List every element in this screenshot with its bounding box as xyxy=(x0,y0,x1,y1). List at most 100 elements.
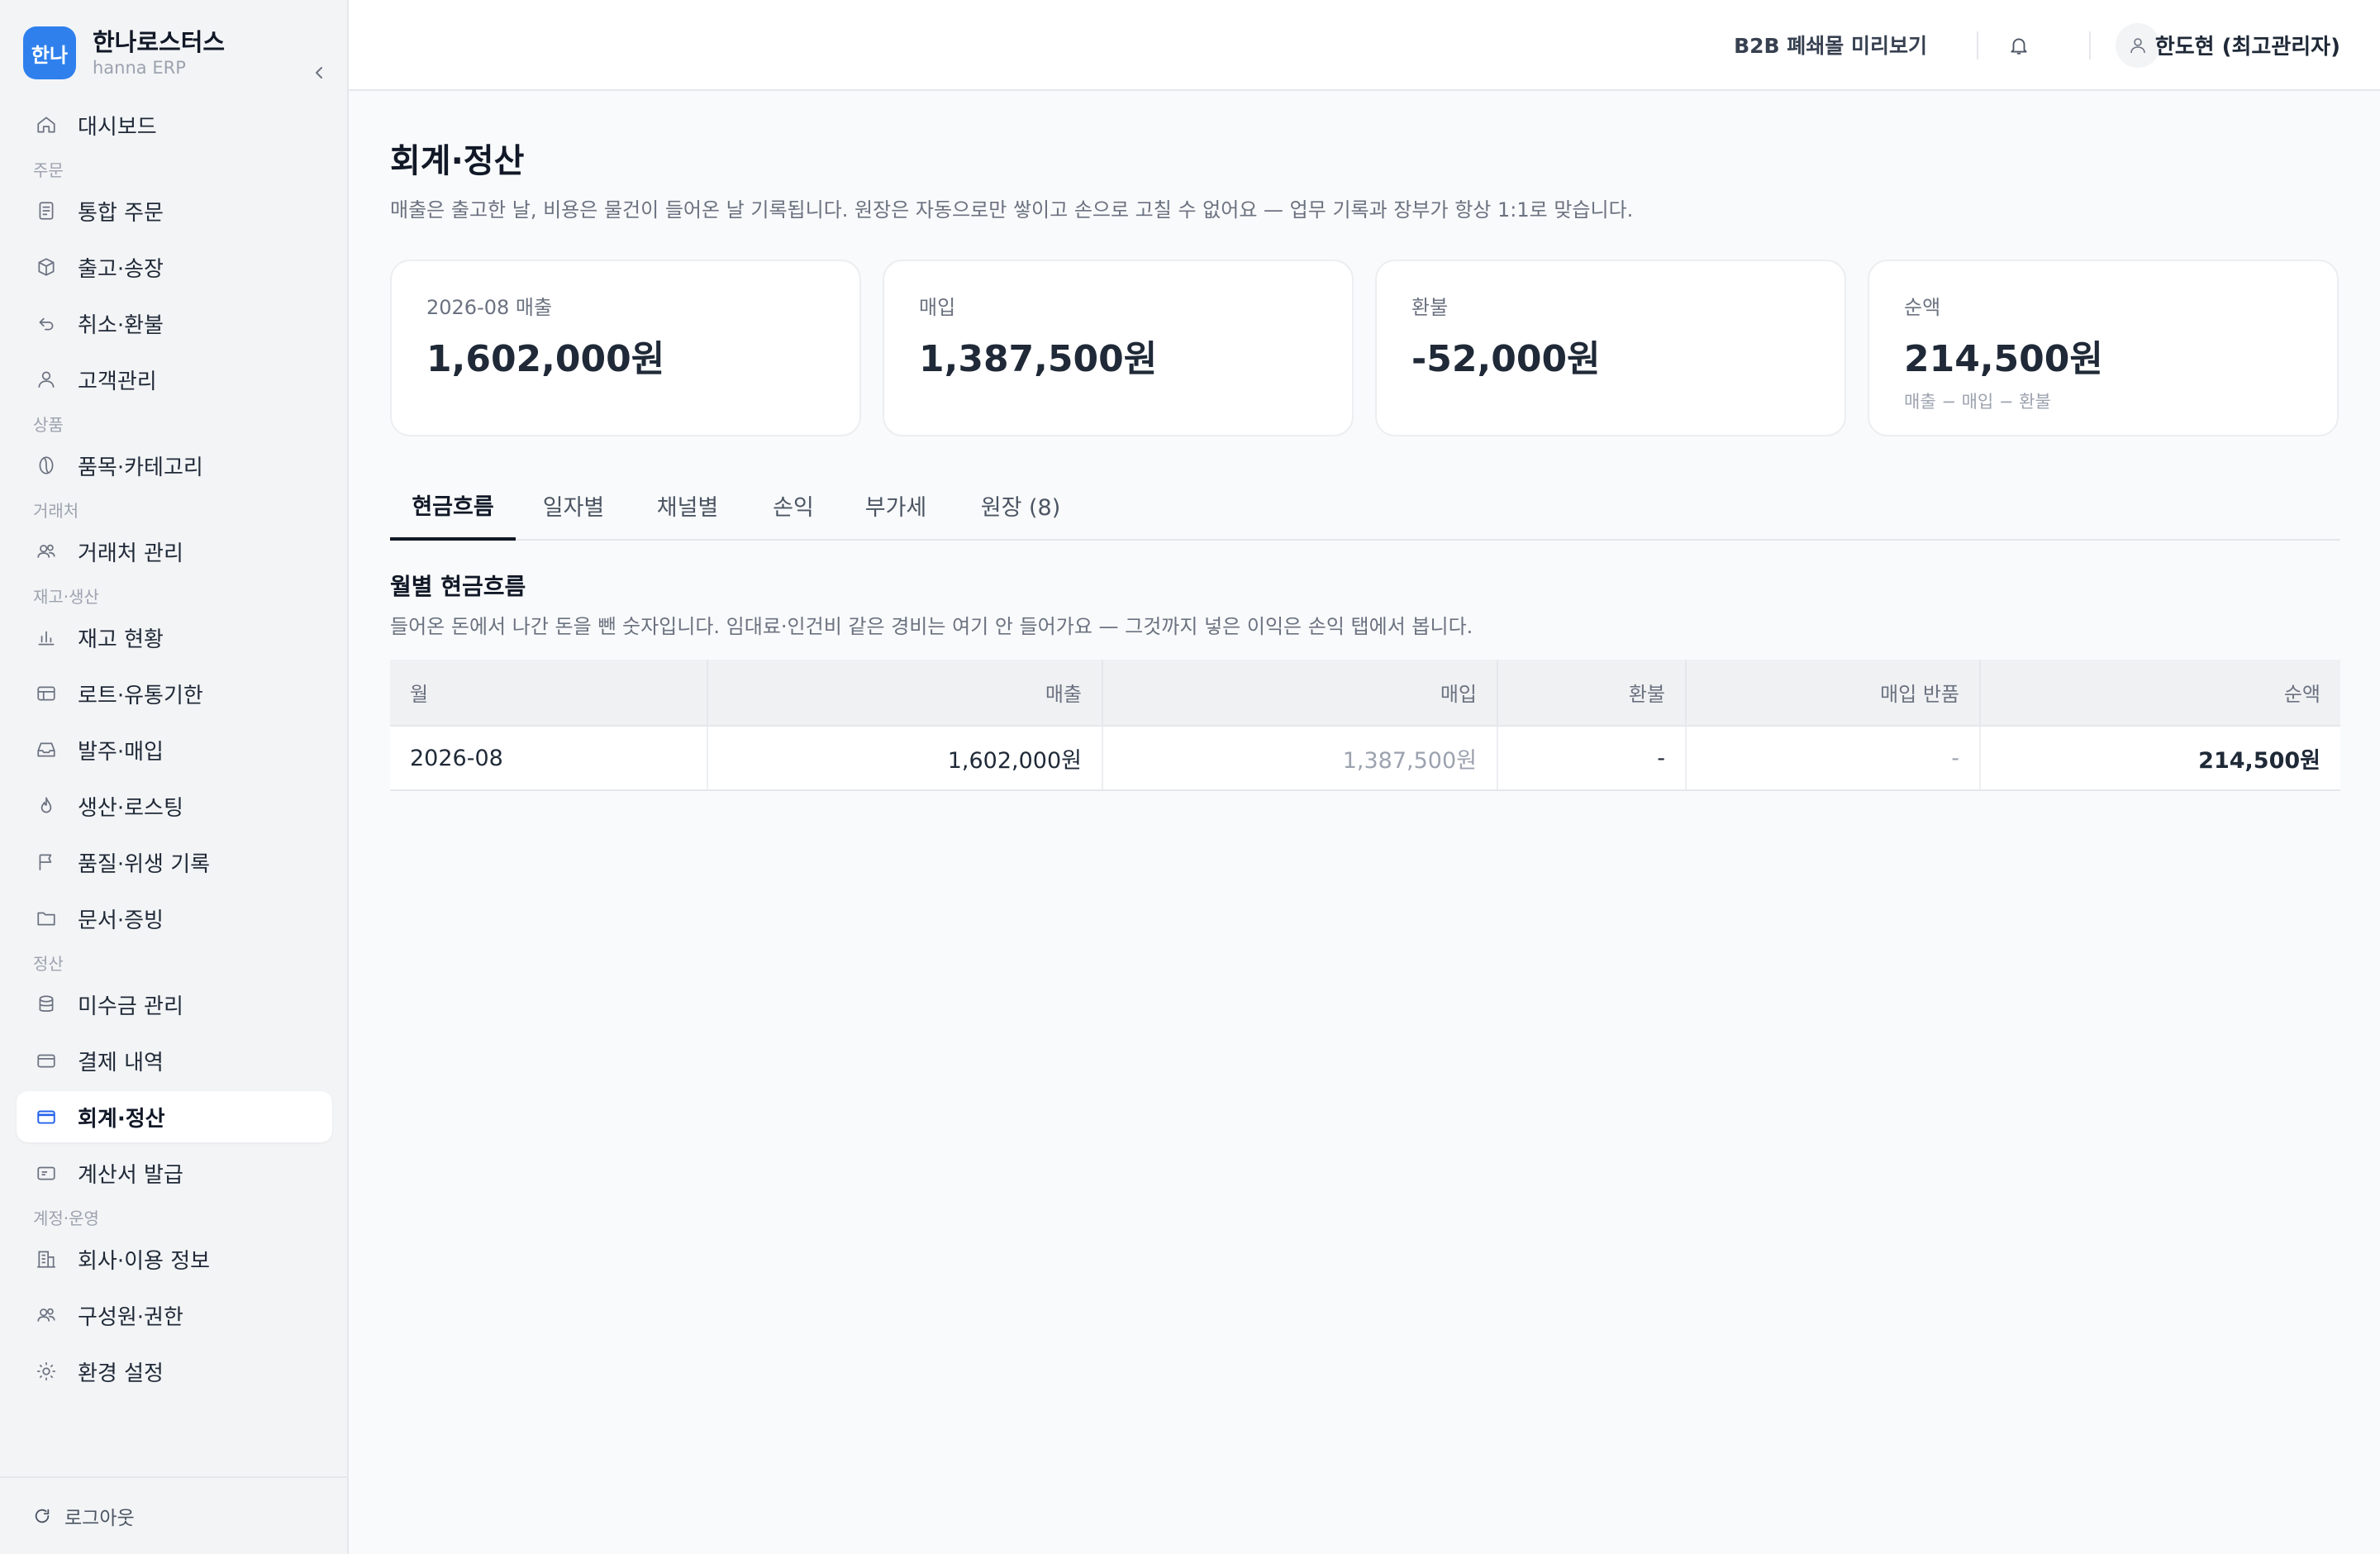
sidebar-item-label: 회사·이용 정보 xyxy=(78,1248,211,1274)
user-icon xyxy=(35,368,58,391)
sidebar-item-documents[interactable]: 문서·증빙 xyxy=(17,893,332,944)
sidebar-item-members[interactable]: 구성원·권한 xyxy=(17,1289,332,1341)
sidebar: 한나 한나로스터스 hanna ERP 대시보드 주문 통합 주문 출고·송장 … xyxy=(0,0,349,1554)
table-row: 2026-08 1,602,000원 1,387,500원 - - 214,50… xyxy=(390,726,2340,791)
logout-button[interactable]: 로그아웃 xyxy=(0,1476,347,1554)
building-icon xyxy=(35,1247,58,1270)
col-header-month: 월 xyxy=(390,660,708,727)
sidebar-item-label: 결제 내역 xyxy=(78,1050,164,1075)
section-description: 들어온 돈에서 나간 돈을 뺀 숫자입니다. 임대료·인건비 같은 경비는 여기… xyxy=(390,615,1473,638)
nav-section-product: 상품 xyxy=(33,415,64,435)
sidebar-item-orders[interactable]: 통합 주문 xyxy=(17,185,332,236)
document-icon xyxy=(35,199,58,222)
topbar: B2B 폐쇄몰 미리보기 한도현 (최고관리자) xyxy=(349,0,2380,91)
nav-section-account: 계정·운영 xyxy=(33,1208,99,1228)
sidebar-item-catalog[interactable]: 품목·카테고리 xyxy=(17,440,332,491)
sidebar-item-label: 구성원·권한 xyxy=(78,1304,183,1330)
flag-icon xyxy=(35,851,58,874)
sidebar-item-label: 미수금 관리 xyxy=(78,994,183,1019)
refresh-icon xyxy=(35,1509,50,1523)
sidebar-item-inventory[interactable]: 재고 현황 xyxy=(17,612,332,663)
col-header-purchase: 매입 xyxy=(1102,660,1498,727)
card-label: 매입 xyxy=(919,296,956,319)
sidebar-item-quality[interactable]: 품질·위생 기록 xyxy=(17,837,332,888)
credit-card-icon xyxy=(35,1105,58,1128)
bell-icon xyxy=(2011,38,2027,55)
brand-name: 한나로스터스 xyxy=(93,28,226,56)
sidebar-item-purchase[interactable]: 발주·매입 xyxy=(17,724,332,775)
summary-cards: 2026-08 매출 1,602,000원 매입 1,387,500원 환불 -… xyxy=(390,260,2340,436)
coffee-bean-icon xyxy=(35,454,58,477)
folder-icon xyxy=(35,907,58,930)
card-value: 1,387,500원 xyxy=(919,338,1158,380)
sidebar-item-receivables[interactable]: 미수금 관리 xyxy=(17,979,332,1030)
sidebar-item-customers[interactable]: 고객관리 xyxy=(17,354,332,405)
sidebar-item-settings[interactable]: 환경 설정 xyxy=(17,1346,332,1397)
cell-refund: - xyxy=(1497,726,1687,791)
col-header-sales: 매출 xyxy=(707,660,1103,727)
col-header-net: 순액 xyxy=(1980,660,2340,727)
user-icon xyxy=(2130,38,2145,54)
chevron-left-icon xyxy=(316,67,322,79)
cell-month: 2026-08 xyxy=(390,726,708,791)
sidebar-item-dashboard[interactable]: 대시보드 xyxy=(17,99,332,150)
sidebar-item-lots[interactable]: 로트·유통기한 xyxy=(17,668,332,719)
users-icon xyxy=(35,1304,58,1327)
tab-ledger[interactable]: 원장 (8) xyxy=(959,471,1083,539)
nav-section-settle: 정산 xyxy=(33,954,64,974)
col-header-refund: 환불 xyxy=(1497,660,1687,727)
avatar[interactable] xyxy=(2116,23,2160,68)
flame-icon xyxy=(35,794,58,818)
card-label: 순액 xyxy=(1904,296,1941,319)
tab-channel[interactable]: 채널별 xyxy=(635,471,740,539)
undo-icon xyxy=(35,312,58,335)
page-description: 매출은 출고한 날, 비용은 물건이 들어온 날 기록됩니다. 원장은 자동으로… xyxy=(390,198,1634,222)
cell-net: 214,500원 xyxy=(1980,726,2340,791)
nav-section-order: 주문 xyxy=(33,160,64,180)
notifications-button[interactable] xyxy=(2005,31,2033,60)
divider xyxy=(2089,31,2091,60)
box-icon xyxy=(35,255,58,279)
tab-vat[interactable]: 부가세 xyxy=(846,471,945,539)
tab-pnl[interactable]: 손익 xyxy=(752,471,835,539)
sidebar-item-label: 문서·증빙 xyxy=(78,908,164,933)
sidebar-nav: 대시보드 주문 통합 주문 출고·송장 취소·환불 고객관리 상품 품목·카테고… xyxy=(17,99,332,1402)
page-title: 회계·정산 xyxy=(390,142,525,180)
tab-daily[interactable]: 일자별 xyxy=(524,471,623,539)
sidebar-item-label: 대시보드 xyxy=(78,114,157,140)
inbox-icon xyxy=(35,738,58,761)
sidebar-item-payments[interactable]: 결제 내역 xyxy=(17,1035,332,1086)
collapse-sidebar-button[interactable] xyxy=(304,58,334,88)
sidebar-item-label: 거래처 관리 xyxy=(78,541,183,566)
sidebar-item-invoices[interactable]: 계산서 발급 xyxy=(17,1147,332,1199)
sidebar-item-roasting[interactable]: 생산·로스팅 xyxy=(17,780,332,832)
sidebar-item-shipping[interactable]: 출고·송장 xyxy=(17,241,332,293)
sidebar-item-label: 회계·정산 xyxy=(78,1106,165,1132)
b2b-preview-link[interactable]: B2B 폐쇄몰 미리보기 xyxy=(1734,30,1927,60)
user-name[interactable]: 한도현 (최고관리자) xyxy=(2155,30,2340,60)
sidebar-item-refund[interactable]: 취소·환불 xyxy=(17,298,332,349)
divider xyxy=(1977,31,1978,60)
card-value: 214,500원 xyxy=(1904,338,2103,380)
sidebar-item-accounting[interactable]: 회계·정산 xyxy=(17,1091,332,1142)
sidebar-item-company[interactable]: 회사·이용 정보 xyxy=(17,1233,332,1285)
tabs: 현금흐름 일자별 채널별 손익 부가세 원장 (8) xyxy=(390,471,2340,541)
bar-chart-icon xyxy=(35,626,58,649)
summary-card-net: 순액 214,500원 매출 − 매입 − 환불 xyxy=(1868,260,2339,436)
cell-purchase: 1,387,500원 xyxy=(1102,726,1498,791)
tab-cashflow[interactable]: 현금흐름 xyxy=(390,471,516,541)
receipt-icon xyxy=(35,1161,58,1185)
sidebar-item-label: 환경 설정 xyxy=(78,1361,164,1386)
home-icon xyxy=(35,113,58,136)
sidebar-item-label: 생산·로스팅 xyxy=(78,795,183,821)
users-icon xyxy=(35,540,58,563)
card-value: 1,602,000원 xyxy=(426,338,665,380)
summary-card-purchase: 매입 1,387,500원 xyxy=(883,260,1354,436)
table-header-row: 월 매출 매입 환불 매입 반품 순액 xyxy=(390,660,2340,727)
brand-subtitle: hanna ERP xyxy=(93,58,186,78)
logout-label: 로그아웃 xyxy=(64,1508,135,1529)
sidebar-item-label: 통합 주문 xyxy=(78,200,164,226)
sidebar-item-partners[interactable]: 거래처 관리 xyxy=(17,526,332,577)
summary-card-refund: 환불 -52,000원 xyxy=(1375,260,1846,436)
nav-section-stock: 재고·생산 xyxy=(33,587,99,607)
